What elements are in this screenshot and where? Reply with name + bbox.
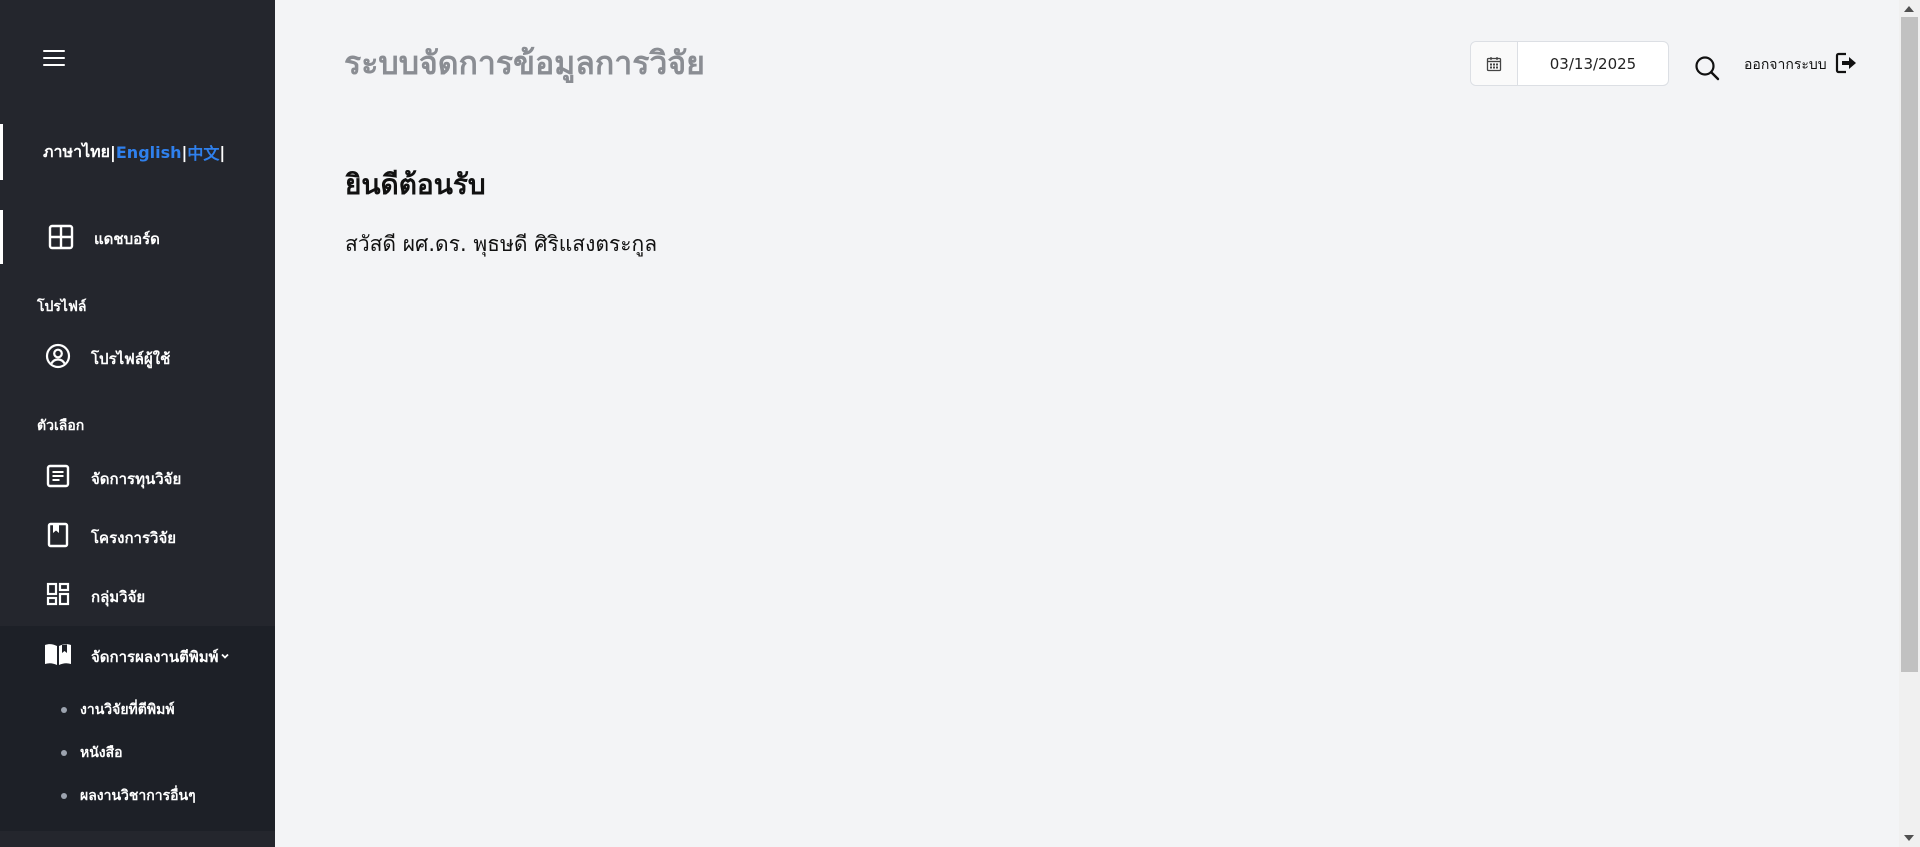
sidebar-item-dashboard[interactable]: แดชบอร์ด [0, 210, 275, 264]
dashboard-grid-icon [47, 223, 75, 251]
sidebar: ภาษาไทย | English | 中文 | แดชบอร์ด โปรไฟล… [0, 0, 275, 847]
open-book-icon [44, 640, 72, 668]
submenu-item-label: งานวิจัยที่ตีพิมพ์ [80, 702, 175, 718]
logout-label: ออกจากระบบ [1744, 57, 1827, 73]
bookmark-icon [44, 521, 72, 549]
user-circle-icon [44, 342, 72, 370]
search-icon[interactable] [1693, 54, 1721, 82]
sidebar-item-label: โปรไฟล์ผู้ใช้ [91, 350, 171, 368]
sidebar-item-label: โครงการวิจัย [91, 529, 177, 547]
sidebar-item-user-profile[interactable]: โปรไฟล์ผู้ใช้ [0, 342, 275, 370]
scroll-down-arrow-icon[interactable] [1904, 835, 1914, 841]
lang-english-link[interactable]: English [116, 143, 182, 162]
sidebar-item-label: จัดการผลงานตีพิมพ์ [91, 648, 219, 666]
welcome-heading: ยินดีต้อนรับ [345, 168, 486, 201]
bullet-icon [61, 793, 67, 799]
lang-chinese-link[interactable]: 中文 [187, 140, 219, 164]
sidebar-item-label: กลุ่มวิจัย [91, 588, 146, 606]
profile-section-title: โปรไฟล์ [37, 299, 87, 315]
sidebar-item-label: แดชบอร์ด [94, 230, 160, 248]
language-switcher: ภาษาไทย | English | 中文 | [0, 124, 275, 180]
bullet-icon [61, 707, 67, 713]
options-section-title: ตัวเลือก [37, 418, 85, 434]
date-picker[interactable]: 03/13/2025 [1470, 41, 1669, 86]
bullet-icon [61, 750, 67, 756]
menu-toggle-icon[interactable] [43, 50, 65, 68]
date-value[interactable]: 03/13/2025 [1518, 42, 1668, 85]
calendar-icon[interactable] [1471, 42, 1518, 85]
lang-separator: | [219, 142, 226, 162]
sidebar-item-research-funding[interactable]: จัดการทุนวิจัย [0, 462, 275, 490]
greeting-text: สวัสดี ผศ.ดร. พุธษดี ศิริแสงตระกูล [345, 232, 658, 256]
chevron-down-icon [220, 646, 230, 665]
scroll-up-arrow-icon[interactable] [1904, 6, 1914, 12]
sidebar-item-label: จัดการทุนวิจัย [91, 470, 182, 488]
submenu-item-label: หนังสือ [80, 745, 123, 761]
lang-thai-link[interactable]: ภาษาไทย [43, 140, 110, 165]
sidebar-item-research-groups[interactable]: กลุ่มวิจัย [0, 580, 275, 608]
submenu-item-books[interactable]: หนังสือ [61, 742, 123, 764]
widgets-icon [44, 580, 72, 608]
submenu-item-other-academic-works[interactable]: ผลงานวิชาการอื่นๆ [61, 785, 196, 807]
logout-button[interactable]: ออกจากระบบ [1744, 52, 1857, 78]
sidebar-item-research-projects[interactable]: โครงการวิจัย [0, 521, 275, 549]
page-title: ระบบจัดการข้อมูลการวิจัย [344, 44, 705, 82]
scrollbar-thumb[interactable] [1901, 17, 1918, 672]
document-icon [44, 462, 72, 490]
vertical-scrollbar[interactable] [1899, 0, 1920, 847]
logout-icon [1835, 52, 1857, 78]
submenu-item-published-research[interactable]: งานวิจัยที่ตีพิมพ์ [61, 699, 175, 721]
sidebar-item-publications[interactable]: จัดการผลงานตีพิมพ์ [0, 640, 275, 668]
submenu-item-label: ผลงานวิชาการอื่นๆ [80, 788, 196, 804]
